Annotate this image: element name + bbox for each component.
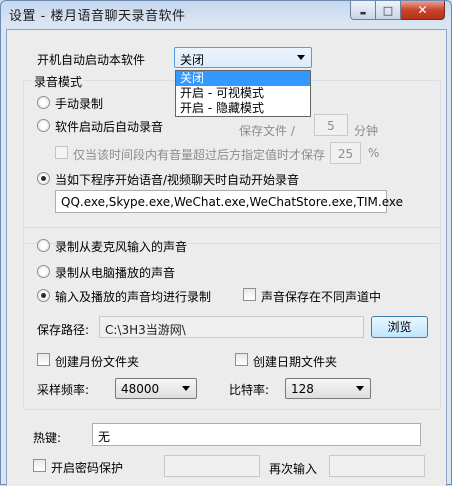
browse-button[interactable]: 浏览	[371, 316, 428, 338]
program-list-input[interactable]: QQ.exe,Skype.exe,WeChat.exe,WeChatStore.…	[55, 190, 403, 213]
volume-threshold-label: 仅当该时间段内有音量超过后方指定值时才保存	[73, 148, 326, 162]
chevron-down-icon	[356, 386, 364, 391]
bitrate-select[interactable]: 128	[285, 378, 371, 399]
volume-threshold-input[interactable]: 25	[330, 142, 361, 164]
percent-label: %	[368, 146, 380, 160]
password-confirm-input[interactable]	[329, 455, 425, 477]
monthly-folder-checkbox[interactable]	[37, 353, 50, 366]
client-area: 开机自动启动本软件 关闭 关闭 开启 - 可视模式 开启 - 隐藏模式 录音模式…	[6, 29, 447, 486]
startup-selected-value: 关闭	[180, 53, 205, 67]
speaker-label: 录制从电脑播放的声音	[55, 266, 176, 280]
auto-chat-radio[interactable]	[37, 172, 50, 185]
sample-rate-value: 48000	[121, 382, 160, 396]
startup-select[interactable]: 关闭	[174, 47, 312, 68]
startup-option-off[interactable]: 关闭	[176, 71, 310, 86]
save-path-value: C:\3H3当游网\	[105, 323, 186, 337]
password-checkbox[interactable]	[33, 459, 46, 472]
password-confirm-label: 再次输入	[269, 462, 318, 476]
monthly-folder-label: 创建月份文件夹	[55, 355, 140, 369]
bitrate-value: 128	[291, 382, 314, 396]
both-radio[interactable]	[37, 289, 50, 302]
minimize-button[interactable]: ▬	[350, 1, 376, 20]
hotkey-label: 热键:	[33, 431, 62, 445]
minimize-icon: ▬	[359, 9, 367, 17]
bitrate-label: 比特率:	[229, 383, 270, 397]
hotkey-input[interactable]: 无	[92, 423, 421, 446]
volume-threshold-value: 25	[337, 147, 354, 161]
password-input[interactable]	[164, 455, 260, 477]
hotkey-value: 无	[98, 430, 111, 444]
record-mode-title: 录音模式	[32, 73, 85, 90]
volume-threshold-checkbox[interactable]	[55, 146, 68, 159]
auto-start-radio[interactable]	[37, 119, 50, 132]
diff-channel-label: 声音保存在不同声道中	[261, 290, 382, 304]
diff-channel-checkbox[interactable]	[243, 288, 256, 301]
startup-option-hidden[interactable]: 开启 - 隐藏模式	[176, 101, 310, 116]
maximize-icon: □	[382, 3, 394, 17]
save-minutes-value: 5	[327, 119, 335, 133]
save-file-label: 保存文件 /	[239, 124, 295, 138]
auto-chat-label: 当如下程序开始语音/视频聊天时自动开始录音	[55, 173, 300, 187]
maximize-button[interactable]: □	[376, 1, 401, 20]
save-path-label: 保存路径:	[37, 323, 90, 337]
sample-rate-label: 采样频率:	[37, 383, 90, 397]
startup-label: 开机自动启动本软件	[37, 53, 146, 67]
settings-window: 设置 - 楼月语音聊天录音软件 ▬ □ ✕ 开机自动启动本软件 关闭 关闭 开启…	[0, 0, 452, 486]
close-icon: ✕	[417, 3, 428, 17]
mic-radio[interactable]	[37, 239, 50, 252]
startup-dropdown-list[interactable]: 关闭 开启 - 可视模式 开启 - 隐藏模式	[175, 70, 311, 117]
both-label: 输入及播放的声音均进行录制	[55, 290, 212, 304]
chevron-down-icon	[182, 386, 190, 391]
program-list-value: QQ.exe,Skype.exe,WeChat.exe,WeChatStore.…	[61, 195, 404, 209]
daily-folder-label: 创建日期文件夹	[253, 355, 338, 369]
title-bar[interactable]: 设置 - 楼月语音聊天录音软件 ▬ □ ✕	[1, 1, 451, 29]
save-path-input[interactable]: C:\3H3当游网\	[99, 316, 364, 338]
sample-rate-select[interactable]: 48000	[115, 378, 197, 399]
mic-label: 录制从麦克风输入的声音	[55, 240, 188, 254]
manual-record-label: 手动录制	[55, 97, 104, 111]
save-minutes-input[interactable]: 5	[314, 114, 348, 136]
minutes-unit-label: 分钟	[354, 124, 379, 138]
speaker-radio[interactable]	[37, 265, 50, 278]
chevron-down-icon	[297, 55, 305, 60]
window-title: 设置 - 楼月语音聊天录音软件	[9, 9, 186, 24]
close-button[interactable]: ✕	[401, 1, 445, 20]
manual-record-radio[interactable]	[37, 96, 50, 109]
startup-option-visible[interactable]: 开启 - 可视模式	[176, 86, 310, 101]
daily-folder-checkbox[interactable]	[235, 353, 248, 366]
auto-start-label: 软件启动后自动录音	[55, 120, 164, 134]
password-label: 开启密码保护	[51, 461, 124, 475]
caption-buttons: ▬ □ ✕	[350, 1, 445, 20]
